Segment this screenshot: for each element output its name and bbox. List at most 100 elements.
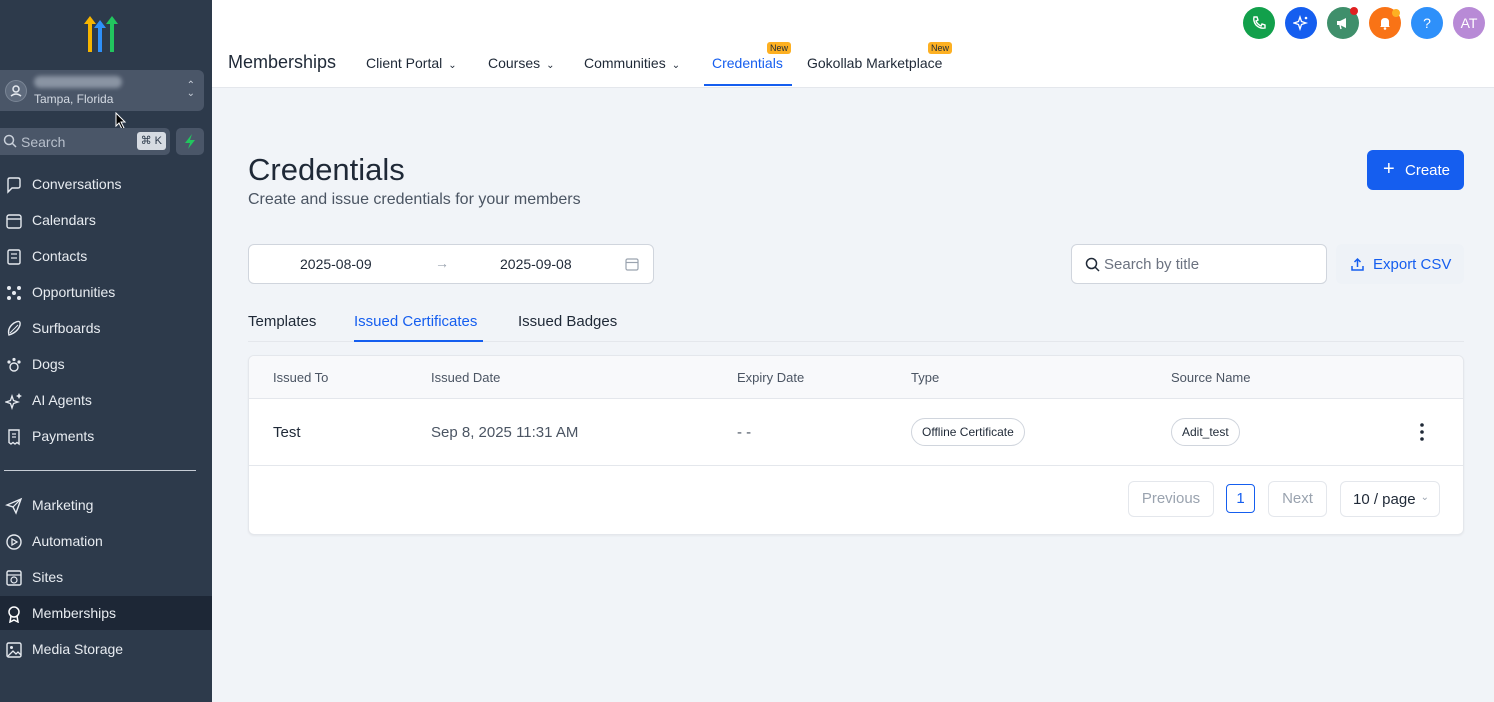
- sidebar-item-memberships[interactable]: Memberships: [0, 596, 212, 630]
- sidebar-item-marketing[interactable]: Marketing: [0, 488, 212, 522]
- tab-gokollab-marketplace[interactable]: Gokollab Marketplace: [807, 55, 942, 71]
- sidebar-item-label: Opportunities: [32, 284, 116, 300]
- upload-icon: [1351, 257, 1364, 271]
- sidebar-item-conversations[interactable]: Conversations: [0, 167, 212, 201]
- ai-assistant-button[interactable]: [1285, 7, 1317, 39]
- sidebar-item-automation[interactable]: Automation: [0, 524, 212, 558]
- credentials-tabs: Templates Issued Certificates Issued Bad…: [248, 311, 1464, 342]
- receipt-icon: [8, 429, 20, 446]
- calendar-icon: [625, 258, 639, 271]
- tab-courses-label: Courses: [488, 55, 541, 71]
- sidebar-item-label: Calendars: [32, 212, 96, 228]
- page-number-current[interactable]: 1: [1226, 484, 1255, 513]
- sidebar-item-label: Memberships: [32, 605, 117, 621]
- title-search[interactable]: [1071, 244, 1327, 284]
- tab-client-portal[interactable]: Client Portal ⌄: [366, 55, 457, 71]
- next-page-button[interactable]: Next: [1268, 481, 1327, 517]
- location-switcher[interactable]: Tampa, Florida ⌃ ⌄: [0, 70, 204, 111]
- sidebar-item-surfboards[interactable]: Surfboards: [0, 311, 212, 345]
- column-expiry-date: Expiry Date: [737, 370, 805, 385]
- sidebar-item-label: AI Agents: [32, 392, 92, 408]
- previous-page-button[interactable]: Previous: [1128, 481, 1214, 517]
- avatar[interactable]: AT: [1453, 7, 1485, 39]
- sidebar-item-sites[interactable]: Sites: [0, 560, 212, 594]
- lightning-icon: [185, 134, 195, 149]
- plus-icon: +: [1383, 158, 1395, 180]
- chevron-down-icon: ⌄: [448, 60, 457, 71]
- surfboard-icon: [7, 320, 21, 336]
- sidebar-item-dogs[interactable]: Dogs: [0, 347, 212, 381]
- date-to[interactable]: 2025-09-08: [500, 256, 572, 272]
- chevron-updown-icon: ⌃ ⌄: [186, 80, 195, 99]
- type-chip: Offline Certificate: [911, 418, 1025, 446]
- tab-client-portal-label: Client Portal: [366, 55, 443, 71]
- location-pin-icon: [5, 80, 27, 102]
- sidebar-search[interactable]: Search ⌘ K: [0, 128, 170, 155]
- page-title: Credentials: [248, 152, 405, 187]
- sidebar-item-ai-agents[interactable]: AI Agents: [0, 383, 212, 417]
- opportunities-icon: [7, 286, 21, 300]
- tab-communities[interactable]: Communities ⌄: [584, 55, 680, 71]
- sidebar-item-label: Conversations: [32, 176, 122, 192]
- create-button-label: Create: [1405, 162, 1451, 179]
- export-csv-button[interactable]: Export CSV: [1336, 244, 1464, 284]
- tab-issued-certificates[interactable]: Issued Certificates: [354, 313, 477, 330]
- cell-expiry-date: - -: [737, 424, 752, 441]
- globe-window-icon: [6, 570, 22, 586]
- notification-dot: [1350, 7, 1358, 15]
- search-shortcut: ⌘ K: [136, 132, 166, 150]
- source-chip: Adit_test: [1171, 418, 1240, 446]
- new-badge: New: [767, 42, 792, 54]
- sidebar-item-payments[interactable]: Payments: [0, 419, 212, 453]
- tab-credentials[interactable]: Credentials: [712, 55, 783, 71]
- page-subtitle: Create and issue credentials for your me…: [248, 191, 581, 208]
- table-header: Issued To Issued Date Expiry Date Type S…: [249, 356, 1463, 399]
- search-placeholder: Search: [21, 134, 66, 150]
- more-options-icon[interactable]: [1412, 421, 1432, 443]
- sidebar-item-contacts[interactable]: Contacts: [0, 239, 212, 273]
- sidebar-item-calendars[interactable]: Calendars: [0, 203, 212, 237]
- tab-templates[interactable]: Templates: [248, 313, 316, 330]
- automation-icon: [6, 534, 22, 550]
- cell-issued-to: Test: [273, 424, 301, 441]
- quick-action-button[interactable]: [176, 128, 204, 155]
- sidebar-divider: [4, 470, 196, 471]
- page-size-select[interactable]: 10 / page ⌄: [1340, 481, 1440, 517]
- tab-active-indicator: [354, 340, 483, 342]
- new-badge: New: [928, 42, 953, 54]
- contacts-book-icon: [7, 249, 21, 265]
- tab-gokollab-label: Gokollab Marketplace: [807, 55, 943, 71]
- sidebar-item-label: Contacts: [32, 248, 88, 264]
- award-icon: [8, 606, 20, 623]
- title-search-input[interactable]: [1104, 254, 1314, 274]
- table-row[interactable]: Test Sep 8, 2025 11:31 AM - - Offline Ce…: [249, 399, 1463, 466]
- date-from[interactable]: 2025-08-09: [300, 256, 372, 272]
- location-city: Tampa, Florida: [34, 92, 114, 106]
- search-icon: [3, 134, 17, 148]
- bell-icon: [1380, 18, 1390, 30]
- notification-dot: [1392, 9, 1400, 17]
- date-range-picker[interactable]: 2025-08-09 → 2025-09-08: [248, 244, 654, 284]
- send-icon: [5, 497, 23, 515]
- certificates-table: Issued To Issued Date Expiry Date Type S…: [248, 355, 1464, 535]
- tab-credentials-label: Credentials: [712, 55, 783, 71]
- sidebar-item-media-storage[interactable]: Media Storage: [0, 632, 212, 666]
- tab-courses[interactable]: Courses ⌄: [488, 55, 555, 71]
- help-icon: ?: [1423, 15, 1431, 31]
- sidebar-item-opportunities[interactable]: Opportunities: [0, 275, 212, 309]
- tab-active-indicator: [704, 84, 792, 86]
- location-name-blurred: [34, 76, 122, 88]
- search-icon: [1085, 257, 1100, 272]
- sparkle-icon: [5, 393, 22, 410]
- tab-issued-badges[interactable]: Issued Badges: [518, 313, 617, 330]
- sidebar-item-label: Automation: [32, 533, 103, 549]
- sidebar: Tampa, Florida ⌃ ⌄ Search ⌘ K Conversatio…: [0, 0, 212, 702]
- sidebar-item-label: Marketing: [32, 497, 94, 513]
- help-button[interactable]: ?: [1411, 7, 1443, 39]
- column-type: Type: [911, 370, 940, 385]
- create-button[interactable]: + Create: [1367, 150, 1464, 190]
- top-bar: Memberships Client Portal ⌄ Courses ⌄ Comm…: [212, 0, 1494, 88]
- sidebar-item-label: Surfboards: [32, 320, 101, 336]
- chat-bubble-icon: [7, 177, 21, 194]
- phone-button[interactable]: [1243, 7, 1275, 39]
